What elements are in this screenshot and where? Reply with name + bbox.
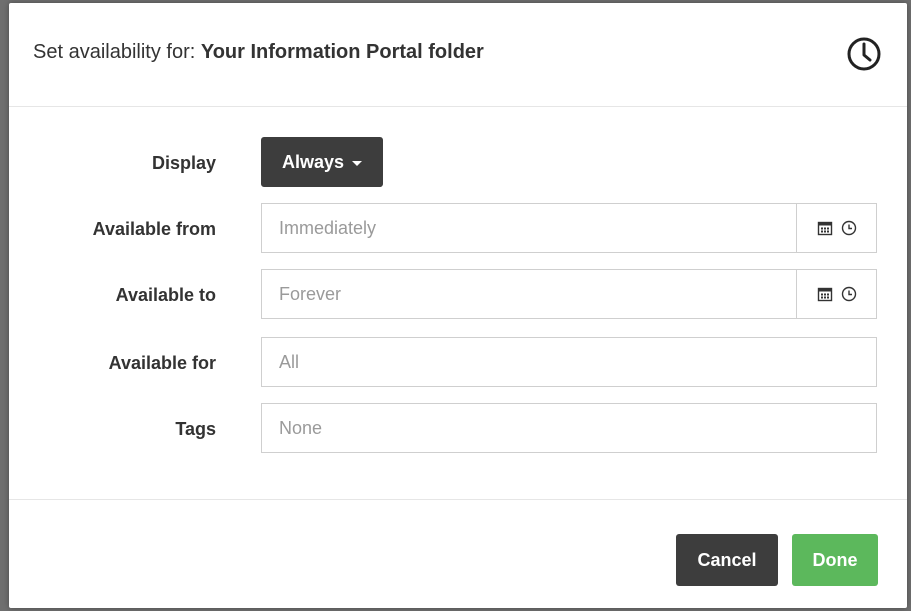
tags-label: Tags xyxy=(175,418,216,439)
available-from-label: Available from xyxy=(92,218,216,239)
calendar-icon[interactable] xyxy=(817,220,833,236)
display-dropdown-button[interactable]: Always xyxy=(261,137,383,187)
cancel-button[interactable]: Cancel xyxy=(676,534,778,586)
caret-down-icon xyxy=(352,160,363,166)
done-button[interactable]: Done xyxy=(792,534,878,586)
available-to-input-group: Forever xyxy=(261,269,877,319)
display-label: Display xyxy=(151,152,216,173)
dialog-title-prefix: Set availability for: xyxy=(33,41,201,63)
availability-dialog: Set availability for: Your Information P… xyxy=(9,3,907,608)
dialog-title-target: Your Information Portal folder xyxy=(200,41,484,63)
display-row: Display Always xyxy=(9,137,907,189)
clock-icon xyxy=(847,37,881,71)
available-from-input-group: Immediately xyxy=(261,203,877,253)
tags-input-group: None xyxy=(261,403,877,453)
available-to-input[interactable]: Forever xyxy=(262,270,796,318)
tags-row: Tags None xyxy=(9,403,907,455)
available-to-label: Available to xyxy=(115,284,216,305)
available-from-picker[interactable] xyxy=(796,204,876,252)
display-dropdown-value: Always xyxy=(281,151,345,172)
available-from-row: Available from Immediately xyxy=(9,203,907,255)
calendar-icon[interactable] xyxy=(817,286,833,302)
available-for-input-group: All xyxy=(261,337,877,387)
available-to-row: Available to Forever xyxy=(9,269,907,321)
clock-icon[interactable] xyxy=(841,286,857,302)
clock-icon[interactable] xyxy=(841,220,857,236)
available-for-input[interactable]: All xyxy=(262,338,876,386)
dialog-header: Set availability for: Your Information P… xyxy=(9,3,907,107)
available-for-label: Available for xyxy=(108,352,216,373)
available-from-input[interactable]: Immediately xyxy=(262,204,796,252)
available-for-row: Available for All xyxy=(9,337,907,389)
dialog-title: Set availability for: Your Information P… xyxy=(33,41,484,64)
tags-input[interactable]: None xyxy=(262,404,876,452)
available-to-picker[interactable] xyxy=(796,270,876,318)
dialog-footer: Cancel Done xyxy=(9,499,907,608)
